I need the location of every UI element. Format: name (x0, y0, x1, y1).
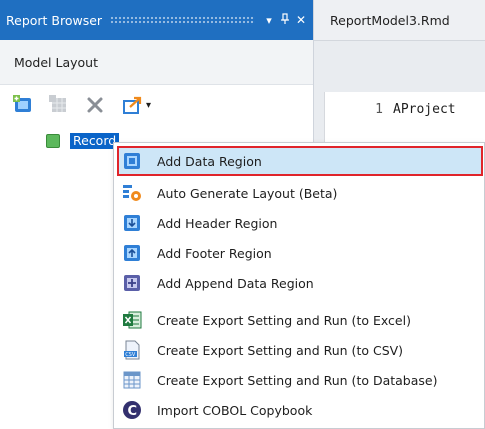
pin-icon[interactable] (277, 12, 293, 28)
menu-item-export-excel[interactable]: Create Export Setting and Run (to Excel) (117, 305, 483, 335)
excel-icon (120, 308, 144, 332)
database-icon (120, 368, 144, 392)
menu-item-label: Create Export Setting and Run (to Excel) (157, 312, 411, 328)
menu-item-label: Add Footer Region (157, 245, 272, 261)
menu-item-label: Add Append Data Region (157, 275, 314, 291)
line-number: 1 (375, 102, 383, 117)
dropdown-icon[interactable]: ▾ (261, 14, 277, 27)
menu-item-label: Import COBOL Copybook (157, 402, 313, 418)
menu-item-add-header-region[interactable]: Add Header Region (117, 208, 483, 238)
menu-item-label: Create Export Setting and Run (to CSV) (157, 342, 404, 358)
menu-item-add-append-data-region[interactable]: Add Append Data Region (117, 268, 483, 298)
footer-region-icon (120, 241, 144, 265)
tree-node-record[interactable]: Record (46, 133, 120, 149)
export-dropdown-icon[interactable]: ▾ (146, 100, 151, 111)
auto-generate-icon (120, 181, 144, 205)
menu-item-label: Create Export Setting and Run (to Databa… (157, 372, 438, 388)
delete-icon[interactable] (84, 94, 106, 116)
editor-tab-label[interactable]: ReportModel3.Rmd (330, 13, 450, 28)
menu-item-label: Auto Generate Layout (Beta) (157, 185, 338, 201)
panel-title-bar: Report Browser ▾ ✕ (0, 0, 313, 40)
menu-item-import-cobol[interactable]: C Import COBOL Copybook (117, 395, 483, 425)
cobol-icon: C (120, 398, 144, 422)
model-layout-header: Model Layout (0, 40, 313, 85)
close-icon[interactable]: ✕ (293, 13, 309, 27)
svg-text:C: C (128, 404, 138, 419)
tree-node-label[interactable]: Record (70, 133, 120, 149)
grid-disabled-icon[interactable] (48, 94, 70, 116)
header-region-icon (120, 211, 144, 235)
csv-icon: CSV (120, 338, 144, 362)
panel-toolbar: ▾ (12, 93, 168, 117)
menu-item-label: Add Data Region (157, 153, 262, 169)
menu-item-add-footer-region[interactable]: Add Footer Region (117, 238, 483, 268)
section-label: Model Layout (14, 54, 98, 70)
code-text[interactable]: AProject (393, 102, 456, 117)
export-icon[interactable]: ▾ (120, 94, 154, 116)
menu-item-export-database[interactable]: Create Export Setting and Run (to Databa… (117, 365, 483, 395)
editor-tab[interactable]: ReportModel3.Rmd (314, 0, 485, 41)
title-grip[interactable] (110, 15, 255, 25)
append-region-icon (120, 271, 144, 295)
add-region-icon[interactable] (12, 94, 34, 116)
record-node-icon (46, 134, 60, 148)
data-region-icon (120, 149, 144, 173)
panel-title: Report Browser (6, 12, 103, 28)
svg-text:CSV: CSV (125, 352, 136, 358)
menu-item-label: Add Header Region (157, 215, 278, 231)
menu-item-auto-generate-layout[interactable]: Auto Generate Layout (Beta) (117, 178, 483, 208)
menu-item-export-csv[interactable]: CSV Create Export Setting and Run (to CS… (117, 335, 483, 365)
code-line[interactable]: 1 AProject (325, 102, 485, 117)
menu-item-add-data-region[interactable]: Add Data Region (117, 146, 483, 176)
context-menu: Add Data Region Auto Generate Layout (Be… (113, 142, 485, 429)
